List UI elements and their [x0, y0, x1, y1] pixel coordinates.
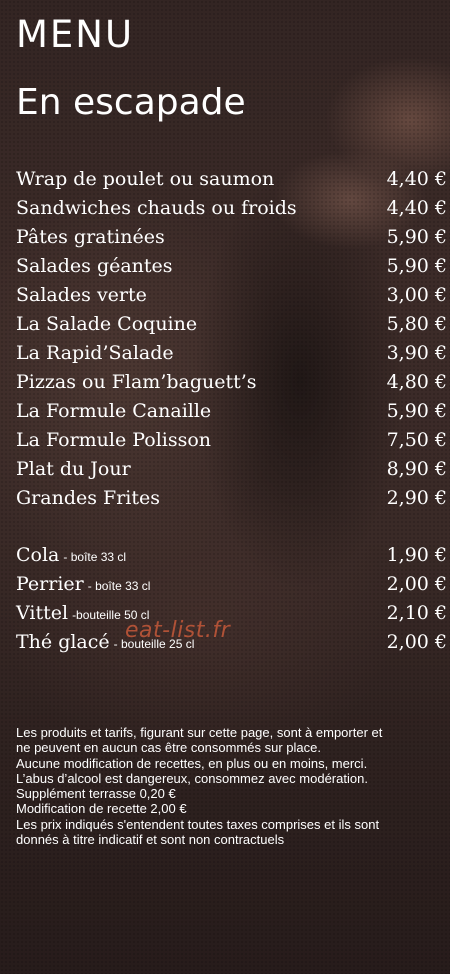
drink-item: Cola - boîte 33 cl 1,90 € — [16, 541, 447, 570]
item-price: 2,90 € — [386, 487, 447, 509]
food-item-list: Wrap de poulet ou saumon 4,40 € Sandwiche… — [16, 165, 447, 513]
item-name: La Formule Canaille — [16, 400, 212, 422]
menu-page: MENU En escapade Wrap de poulet ou saumo… — [0, 0, 450, 974]
item-price: 3,90 € — [386, 342, 447, 364]
disclaimer-line: donnés à titre indicatif et sont non con… — [16, 832, 285, 848]
item-name: Wrap de poulet ou saumon — [16, 168, 275, 190]
item-price: 4,40 € — [386, 168, 447, 190]
menu-item: Pâtes gratinées 5,90 € — [16, 223, 447, 252]
drink-list: Cola - boîte 33 cl 1,90 € Perrier - boîte 3… — [16, 541, 447, 657]
disclaimer-text: Les produits et tarifs, figurant sur cet… — [16, 725, 444, 847]
drink-name: Vittel — [16, 602, 69, 624]
drink-name: Cola — [16, 544, 60, 566]
menu-item: La Formule Canaille 5,90 € — [16, 397, 447, 426]
item-name: Salades verte — [16, 284, 147, 306]
item-price: 5,90 € — [386, 226, 447, 248]
item-price: 5,90 € — [386, 255, 447, 277]
disclaimer-line: Aucune modification de recettes, en plus… — [16, 755, 368, 771]
menu-item: La Rapid’Salade 3,90 € — [16, 339, 447, 368]
menu-item: Plat du Jour 8,90 € — [16, 455, 447, 484]
item-name: Pâtes gratinées — [16, 226, 165, 248]
item-name: Salades géantes — [16, 255, 173, 277]
item-price: 4,80 € — [386, 371, 447, 393]
item-name: La Rapid’Salade — [16, 342, 174, 364]
disclaimer-line: L’abus d’alcool est dangereux, consommez… — [16, 770, 368, 786]
item-price: 7,50 € — [386, 429, 447, 451]
menu-heading: MENU — [16, 13, 135, 56]
disclaimer-line: Supplément terrasse 0,20 € — [16, 786, 176, 802]
menu-item: La Salade Coquine 5,80 € — [16, 310, 447, 339]
drink-size-note: - boîte 33 cl — [63, 550, 127, 564]
disclaimer-line: Les prix indiqués s'entendent toutes tax… — [16, 816, 380, 832]
drink-item: Perrier - boîte 33 cl 2,00 € — [16, 570, 447, 599]
item-name: Grandes Frites — [16, 487, 160, 509]
item-name: Sandwiches chauds ou froids — [16, 197, 297, 219]
disclaimer-line: ne peuvent en aucun cas être consommés s… — [16, 740, 321, 756]
menu-item: Wrap de poulet ou saumon 4,40 € — [16, 165, 447, 194]
menu-item: Sandwiches chauds ou froids 4,40 € — [16, 194, 447, 223]
menu-item: Salades géantes 5,90 € — [16, 252, 447, 281]
item-name: La Salade Coquine — [16, 313, 198, 335]
item-price: 8,90 € — [386, 458, 447, 480]
drink-price: 2,10 € — [386, 602, 447, 624]
drink-item: Thé glacé - bouteille 25 cl 2,00 € — [16, 628, 447, 657]
item-price: 4,40 € — [386, 197, 447, 219]
drink-item: Vittel -bouteille 50 cl 2,10 € — [16, 599, 447, 628]
drink-name: Perrier — [16, 573, 84, 595]
item-price: 3,00 € — [386, 284, 447, 306]
drink-price: 2,00 € — [386, 631, 447, 653]
disclaimer-line: Les produits et tarifs, figurant sur cet… — [16, 725, 383, 740]
menu-item: Grandes Frites 2,90 € — [16, 484, 447, 513]
item-price: 5,90 € — [386, 400, 447, 422]
section-title: En escapade — [16, 82, 246, 123]
item-price: 5,80 € — [386, 313, 447, 335]
menu-item: Salades verte 3,00 € — [16, 281, 447, 310]
drink-name: Thé glacé — [16, 631, 110, 653]
disclaimer-line: Modification de recette 2,00 € — [16, 801, 187, 817]
drink-size-note: - boîte 33 cl — [87, 579, 151, 593]
item-name: La Formule Polisson — [16, 429, 212, 451]
watermark: eat-list.fr — [125, 618, 231, 643]
item-name: Pizzas ou Flam’baguett’s — [16, 371, 257, 393]
drink-price: 2,00 € — [386, 573, 447, 595]
drink-price: 1,90 € — [386, 544, 447, 566]
menu-item: La Formule Polisson 7,50 € — [16, 426, 447, 455]
item-name: Plat du Jour — [16, 458, 131, 480]
menu-item: Pizzas ou Flam’baguett’s 4,80 € — [16, 368, 447, 397]
